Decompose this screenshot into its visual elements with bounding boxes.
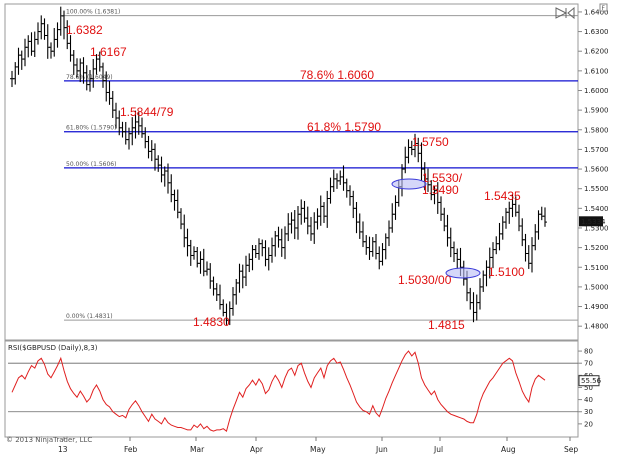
rsi-tick-label: 20 <box>584 420 593 428</box>
y-tick-label: 1.6000 <box>584 87 609 95</box>
x-tick-label: Mar <box>190 445 205 454</box>
rsi-title: RSI($GBPUSD (Daily),8,3) <box>8 344 98 352</box>
y-tick-label: 1.5700 <box>584 146 609 154</box>
price-annotation: 1.5750 <box>412 135 449 149</box>
x-tick-label: Jun <box>375 445 388 454</box>
x-tick-label: Apr <box>250 445 264 454</box>
price-annotation: 1.6382 <box>66 23 103 37</box>
y-tick-label: 1.5100 <box>584 264 609 272</box>
rsi-value-label: 55.56 <box>581 377 602 385</box>
support-zone-ellipse <box>445 267 481 279</box>
y-tick-label: 1.5000 <box>584 283 609 291</box>
x-tick-label: 13 <box>58 445 68 454</box>
y-tick-label: 1.6200 <box>584 48 609 56</box>
y-tick-label: 1.5200 <box>584 244 609 252</box>
x-tick-label: Sep <box>564 445 578 454</box>
price-annotation: 61.8% 1.5790 <box>307 120 381 134</box>
support-zone-ellipse <box>391 178 427 190</box>
current-price-label: 1.5334 <box>581 218 606 226</box>
price-annotation: 1.4815 <box>428 318 465 332</box>
y-tick-label: 1.5900 <box>584 107 609 115</box>
price-annotation: 1.4830 <box>193 315 230 329</box>
price-annotation: 78.6% 1.6060 <box>300 68 374 82</box>
y-tick-label: 1.6100 <box>584 67 609 75</box>
x-tick-label: Feb <box>124 445 138 454</box>
rsi-tick-label: 70 <box>584 360 593 368</box>
collapse-arrows-icon[interactable]: F <box>599 3 608 12</box>
fib-level-label: 78.6% (1.6049) <box>66 74 113 81</box>
y-tick-label: 1.5800 <box>584 126 609 134</box>
chart-canvas: 100.00% (1.6381) 78.6% (1.6049) 61.80% (1.… <box>0 0 632 466</box>
price-annotation: 1.5844/79 <box>120 105 174 119</box>
y-tick-label: 1.4900 <box>584 303 609 311</box>
y-tick-label: 1.5400 <box>584 205 609 213</box>
x-tick-label: Aug <box>501 445 516 454</box>
fib-level-label: 0.00% (1.4831) <box>66 313 113 320</box>
fib-level-label: 50.00% (1.5606) <box>66 161 116 168</box>
y-tick-label: 1.6300 <box>584 28 609 36</box>
rsi-tick-label: 30 <box>584 408 593 416</box>
x-tick-label: Jul <box>433 445 443 454</box>
rsi-tick-label: 80 <box>584 348 593 356</box>
y-tick-label: 1.5500 <box>584 185 609 193</box>
copyright-text: © 2013 NinjaTrader, LLC <box>6 436 92 444</box>
y-tick-label: 1.5600 <box>584 166 609 174</box>
svg-text:F: F <box>602 5 606 12</box>
price-annotation: 1.5030/00 <box>398 273 452 287</box>
price-annotation: 1.5435 <box>484 189 521 203</box>
price-annotation: 1.5490 <box>422 183 459 197</box>
fib-level-label: 100.00% (1.6381) <box>66 9 120 16</box>
price-annotation: 1.5100 <box>488 265 525 279</box>
x-tick-label: May <box>310 445 326 454</box>
y-tick-label: 1.4800 <box>584 323 609 331</box>
rsi-tick-label: 40 <box>584 396 593 404</box>
fib-level-label: 61.80% (1.5790) <box>66 125 116 132</box>
price-annotation: 1.6167 <box>90 45 127 59</box>
